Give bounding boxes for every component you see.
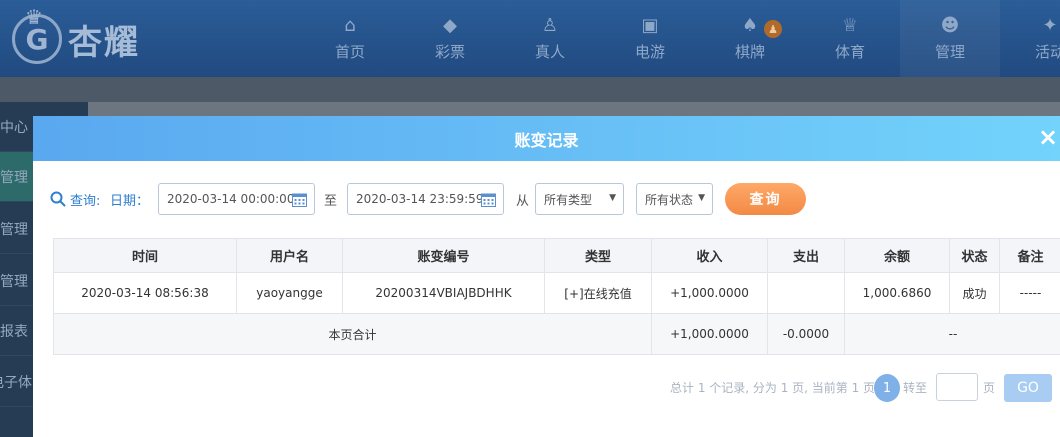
status-select[interactable]: 所有状态 ▼ [636,183,713,215]
query-button[interactable]: 查询 [725,183,806,215]
from-label: 从 [516,193,530,209]
logo-emblem-icon: ♛ G [12,5,62,64]
nav-item-label: 管理 [934,43,965,61]
summary-row: 本页合计 +1,000.0000 -0.0000 -- [53,313,1060,355]
column-header-time: 时间 [53,238,237,273]
summary-expense: -0.0000 [767,313,845,355]
nav-item-live[interactable]: ♙ 真人 [500,0,600,77]
main-nav: ⌂ 首页 ◆ 彩票 ♙ 真人 ▣ 电游 ♠ 棋牌 ♕ 体育 ☻ 管理 ✦ 活动 [300,0,1060,77]
cell-balance: 1,000.6860 [844,272,950,314]
promo-icon: ✦ [1042,15,1058,36]
home-icon: ⌂ [344,15,356,36]
sidebar-item-label: 中心 [0,119,28,136]
start-date-value: 2020-03-14 00:00:00 [167,192,295,206]
to-label: 至 [324,193,338,209]
column-header-income: 收入 [651,238,768,273]
search-icon [50,191,66,207]
filter-bar: 查询: 日期： 2020-03-14 00:00:00 至 2020-03-14… [50,183,1050,215]
sidebar-item-label: 管理 [0,221,28,238]
page-unit-label: 页 [983,380,996,395]
nav-item-label: 真人 [534,43,565,61]
chevron-down-icon: ▼ [609,193,616,203]
column-header-status: 状态 [949,238,1000,273]
column-header-expense: 支出 [767,238,845,273]
nav-item-promotions[interactable]: ✦ 活动 [1000,0,1060,77]
search-label: 查询: [50,183,100,215]
brand-name: 杏耀 [68,22,140,63]
sub-header-bar [0,77,1060,102]
table-row: 2020-03-14 08:56:38 yaoyangge 20200314VB… [53,272,1060,314]
date-label: 日期： [110,193,150,209]
cell-type: [+]在线充值 [544,272,652,314]
chevron-down-icon: ▼ [698,193,705,203]
cell-income: +1,000.0000 [651,272,768,314]
column-header-balance: 余额 [844,238,950,273]
nav-item-label: 活动 [1034,43,1060,61]
table-header-row: 时间 用户名 账变编号 类型 收入 支出 余额 状态 备注 [53,238,1060,273]
trophy-icon: ♕ [841,15,859,36]
nav-item-sports[interactable]: ♕ 体育 [800,0,900,77]
top-navigation: ♛ G 杏耀 ⌂ 首页 ◆ 彩票 ♙ 真人 ▣ 电游 ♠ 棋牌 ♕ 体育 ☻ 管… [0,0,1060,77]
cell-note: ----- [999,272,1060,314]
calendar-icon[interactable] [292,192,307,207]
lottery-icon: ◆ [443,15,457,36]
summary-label: 本页合计 [53,313,652,355]
start-date-input[interactable]: 2020-03-14 00:00:00 [158,183,315,215]
pagination-summary: 总计 1 个记录, 分为 1 页, 当前第 1 页 [670,380,876,395]
nav-item-slots[interactable]: ▣ 电游 [600,0,700,77]
goto-label: 转至 [903,380,928,395]
dealer-avatar-icon: ♟ [764,20,782,38]
nav-item-lottery[interactable]: ◆ 彩票 [400,0,500,77]
nav-item-manage[interactable]: ☻ 管理 [900,0,1000,77]
slot-game-icon: ▣ [641,15,659,36]
sidebar-item-label: 管理 [0,169,28,186]
sidebar-item-label: 电子体 [0,374,32,391]
column-header-note: 备注 [999,238,1060,273]
cell-record-id: 20200314VBIAJBDHHK [342,272,545,314]
summary-rest: -- [844,313,1060,355]
close-icon[interactable]: × [1036,116,1060,161]
page-number-current[interactable]: 1 [874,374,900,402]
live-dealer-icon: ♙ [541,15,559,36]
pagination: 总计 1 个记录, 分为 1 页, 当前第 1 页 1 转至 页 GO [670,373,1060,402]
end-date-input[interactable]: 2020-03-14 23:59:59 [347,183,504,215]
calendar-icon[interactable] [481,192,496,207]
cell-expense [767,272,845,314]
status-select-value: 所有状态 [645,192,694,207]
type-select-value: 所有类型 [544,192,593,207]
nav-item-label: 棋牌 [734,43,765,61]
nav-item-home[interactable]: ⌂ 首页 [300,0,400,77]
modal-title: 账变记录 [514,130,579,150]
search-label-text: 查询: [70,193,101,209]
brand-logo[interactable]: ♛ G 杏耀 [12,5,162,70]
go-button[interactable]: GO [1004,374,1052,402]
card-game-icon: ♠ [741,15,759,36]
page-jump-input[interactable] [936,373,978,401]
nav-item-label: 彩票 [434,43,465,61]
nav-item-label: 电游 [634,43,665,61]
users-icon: ☻ [940,15,960,36]
column-header-record-id: 账变编号 [342,238,545,273]
cell-time: 2020-03-14 08:56:38 [53,272,237,314]
sidebar-item-label: 管理 [0,273,28,290]
modal-header: 账变记录 × [33,116,1060,161]
records-table: 时间 用户名 账变编号 类型 收入 支出 余额 状态 备注 2020-03-14… [53,238,1060,355]
nav-item-cards[interactable]: ♠ 棋牌 [700,0,800,77]
account-change-modal: 账变记录 × 查询: 日期： 2020-03-14 00:00:00 至 202… [33,116,1060,437]
column-header-username: 用户名 [236,238,343,273]
type-select[interactable]: 所有类型 ▼ [535,183,624,215]
summary-income: +1,000.0000 [651,313,768,355]
sidebar-item-label: 报表 [0,323,28,340]
cell-status: 成功 [949,272,1000,314]
nav-item-label: 体育 [834,43,865,61]
column-header-type: 类型 [544,238,652,273]
nav-item-label: 首页 [334,43,365,61]
cell-username: yaoyangge [236,272,343,314]
end-date-value: 2020-03-14 23:59:59 [356,192,484,206]
